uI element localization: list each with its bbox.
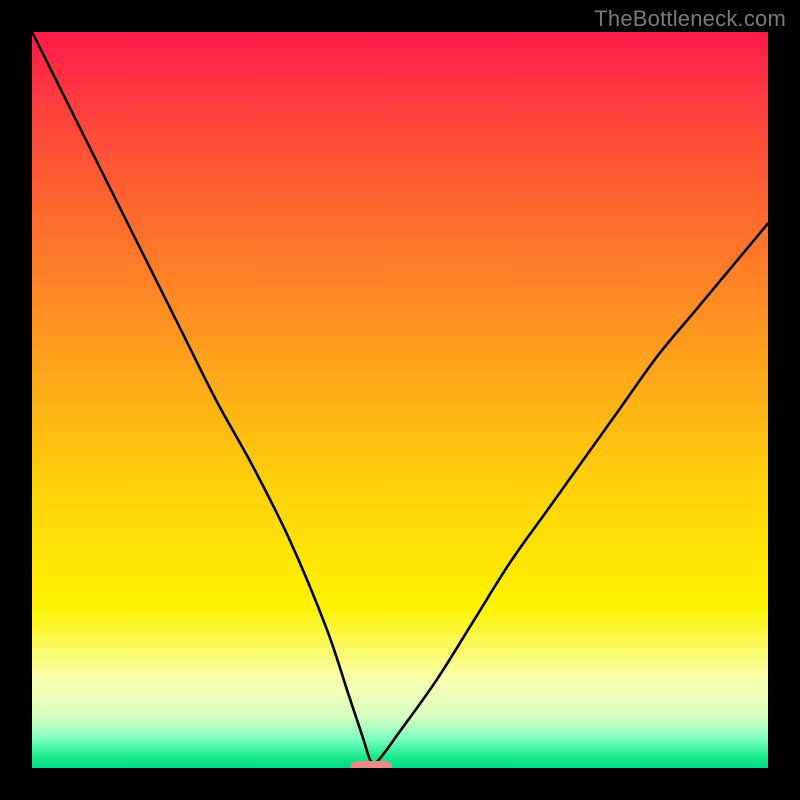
- chart-frame: TheBottleneck.com: [0, 0, 800, 800]
- watermark-text: TheBottleneck.com: [594, 6, 786, 32]
- bottleneck-curve: [32, 32, 768, 768]
- optimum-marker: [350, 761, 392, 768]
- plot-area: [32, 32, 768, 768]
